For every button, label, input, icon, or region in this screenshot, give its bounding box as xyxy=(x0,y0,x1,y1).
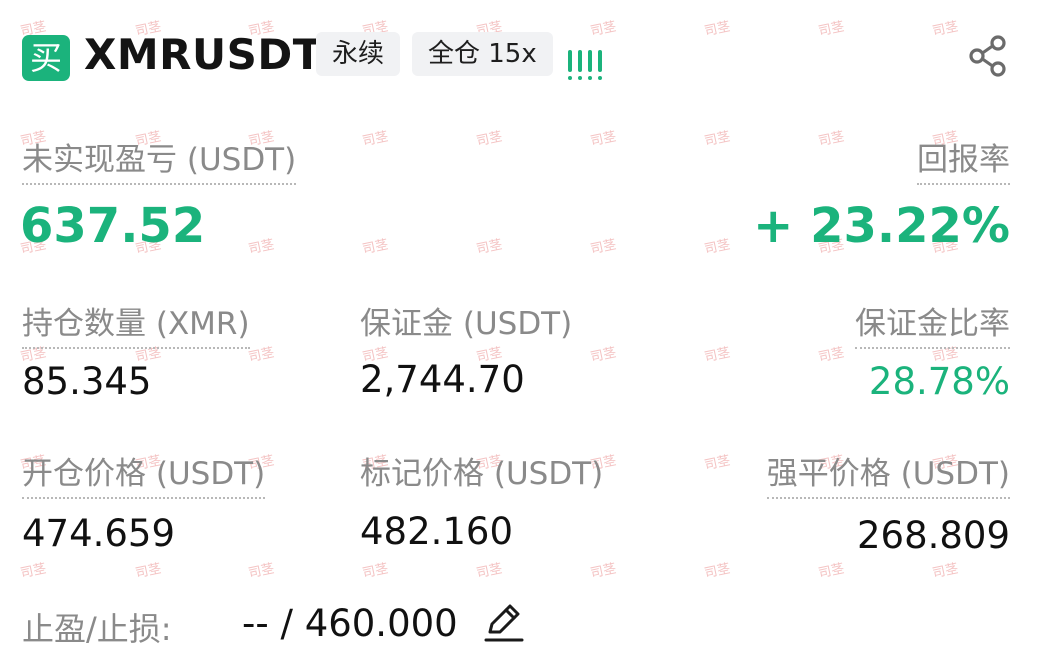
watermark-text: 司茎 xyxy=(134,561,163,582)
watermark-text: 司茎 xyxy=(703,561,732,582)
watermark-text: 司茎 xyxy=(361,237,390,258)
watermark-text: 司茎 xyxy=(703,19,732,40)
watermark-text: 司茎 xyxy=(817,345,846,366)
watermark-text: 司茎 xyxy=(247,237,276,258)
roe-label[interactable]: 回报率 xyxy=(917,134,1010,185)
unrealized-pnl-label[interactable]: 未实现盈亏 (USDT) xyxy=(22,134,297,185)
watermark-text: 司茎 xyxy=(931,19,960,40)
position-size-label[interactable]: 持仓数量 (XMR) xyxy=(22,298,250,349)
margin-mode-tag[interactable]: 全仓 15x xyxy=(412,32,553,76)
share-icon[interactable] xyxy=(966,34,1010,78)
pencil-icon[interactable] xyxy=(482,600,526,644)
watermark-text: 司茎 xyxy=(247,561,276,582)
entry-price-value: 474.659 xyxy=(22,512,176,555)
contract-type-tag: 永续 xyxy=(316,32,401,76)
margin-ratio-value: 28.78% xyxy=(868,360,1010,403)
watermark-text: 司茎 xyxy=(475,561,504,582)
signal-bars-icon xyxy=(568,36,602,80)
unrealized-pnl-value: 637.52 xyxy=(20,198,206,254)
symbol-title[interactable]: XMRUSDT xyxy=(84,30,322,79)
margin-ratio-label[interactable]: 保证金比率 xyxy=(855,298,1010,349)
watermark-text: 司茎 xyxy=(703,345,732,366)
watermark-text: 司茎 xyxy=(475,237,504,258)
watermark-text: 司茎 xyxy=(589,345,618,366)
margin-value: 2,744.70 xyxy=(360,358,525,401)
margin-label: 保证金 (USDT) xyxy=(360,306,573,342)
watermark-text: 司茎 xyxy=(361,129,390,150)
watermark-text: 司茎 xyxy=(19,561,48,582)
watermark-text: 司茎 xyxy=(931,561,960,582)
liquidation-price-label[interactable]: 强平价格 (USDT) xyxy=(766,448,1010,499)
watermark-text: 司茎 xyxy=(247,345,276,366)
watermark-text: 司茎 xyxy=(361,561,390,582)
watermark-text: 司茎 xyxy=(817,129,846,150)
tpsl-label: 止盈/止损: xyxy=(22,610,172,648)
mark-price-label: 标记价格 (USDT) xyxy=(360,456,604,492)
watermark-text: 司茎 xyxy=(817,19,846,40)
watermark-text: 司茎 xyxy=(703,129,732,150)
watermark-text: 司茎 xyxy=(589,129,618,150)
watermark-text: 司茎 xyxy=(703,453,732,474)
watermark-text: 司茎 xyxy=(589,237,618,258)
watermark-text: 司茎 xyxy=(817,561,846,582)
liquidation-price-value: 268.809 xyxy=(856,514,1010,557)
watermark-text: 司茎 xyxy=(475,129,504,150)
watermark-text: 司茎 xyxy=(703,237,732,258)
buy-side-badge: 买 xyxy=(22,35,70,81)
position-size-value: 85.345 xyxy=(22,360,152,403)
watermark-text: 司茎 xyxy=(589,561,618,582)
roe-value: + 23.22% xyxy=(753,198,1010,254)
entry-price-label[interactable]: 开仓价格 (USDT) xyxy=(22,448,266,499)
tpsl-value: -- / 460.000 xyxy=(242,602,458,645)
mark-price-value: 482.160 xyxy=(360,510,514,553)
